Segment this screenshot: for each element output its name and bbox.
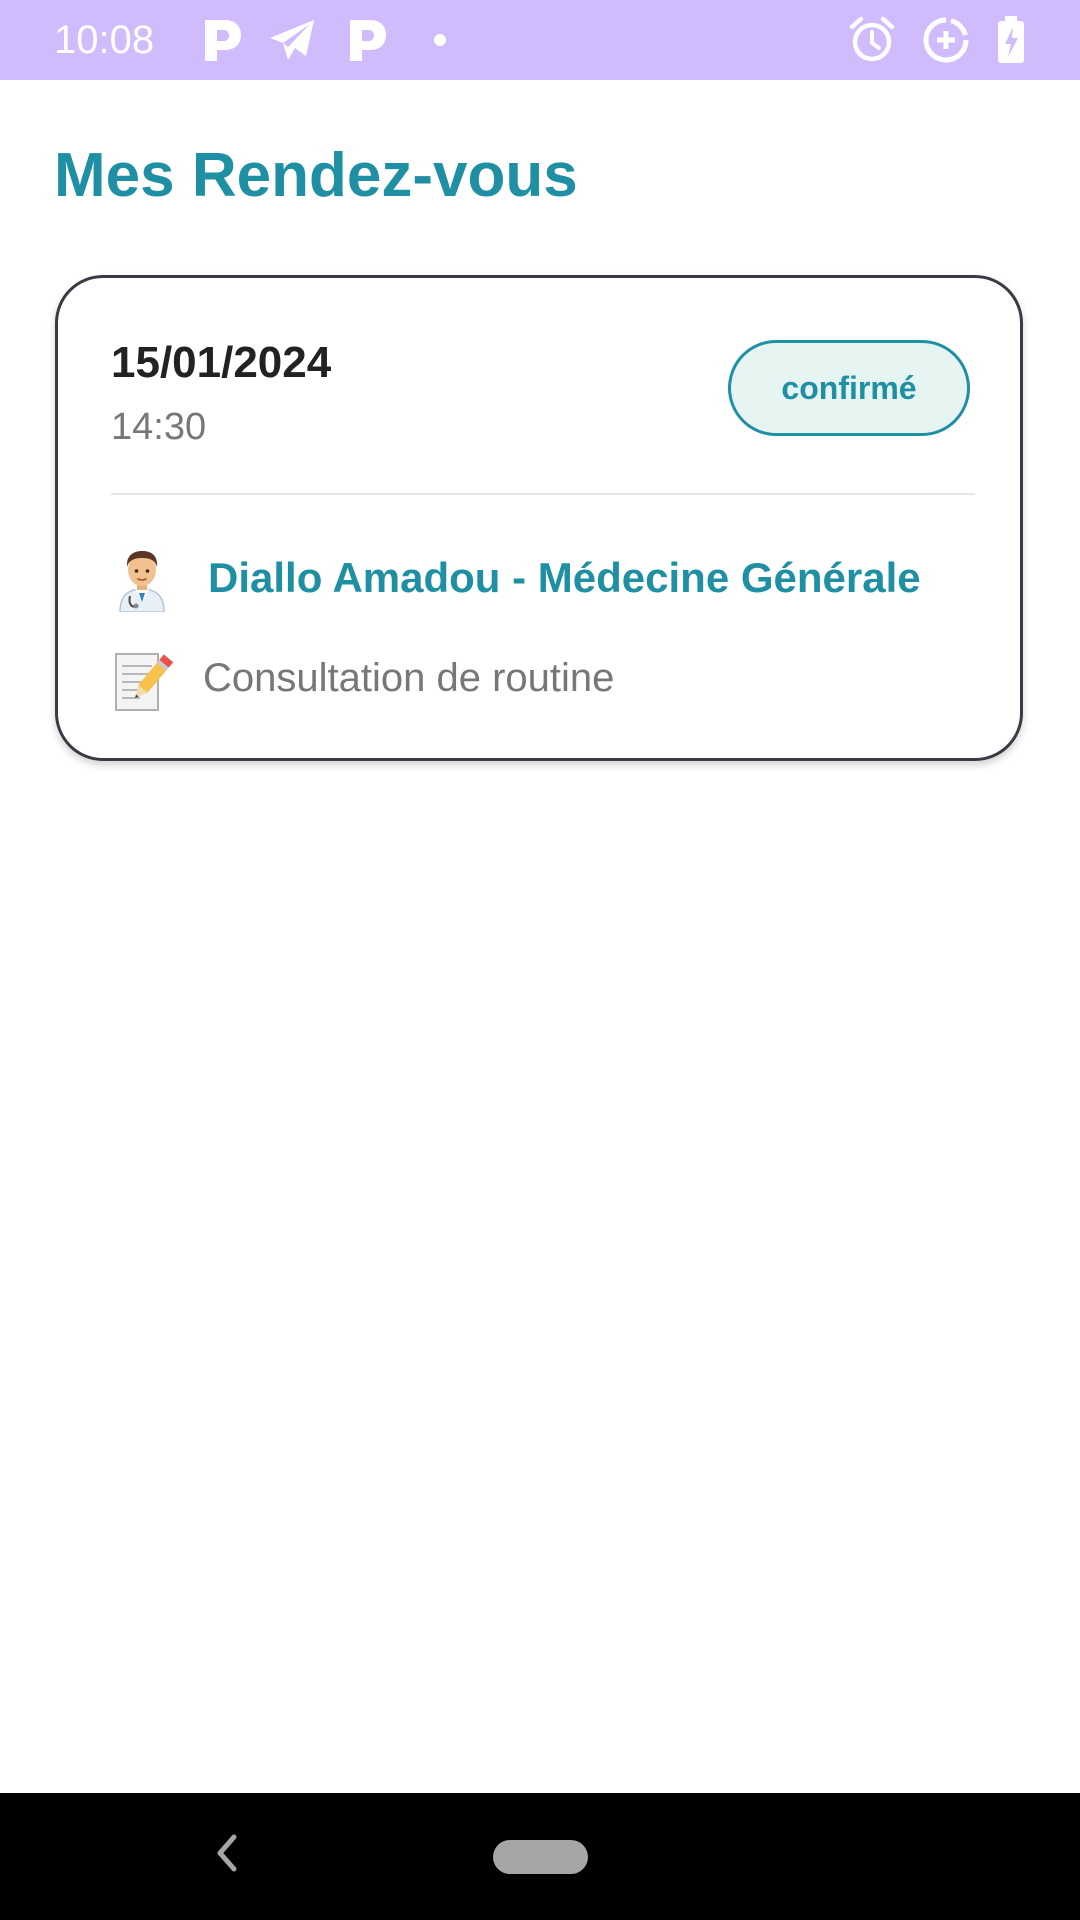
dot-icon xyxy=(428,14,452,66)
appointment-card[interactable]: 15/01/2024 14:30 confirmé Diallo Amadou … xyxy=(55,275,1023,761)
navigation-bar xyxy=(0,1793,1080,1920)
parking-icon xyxy=(341,14,393,66)
telegram-icon xyxy=(266,14,318,66)
card-divider xyxy=(111,493,975,495)
appointment-time: 14:30 xyxy=(111,406,207,448)
doctor-emoji-icon xyxy=(110,546,174,612)
status-time: 10:08 xyxy=(54,18,155,62)
back-icon[interactable] xyxy=(206,1823,246,1883)
home-pill-icon[interactable] xyxy=(493,1840,588,1874)
data-saver-icon xyxy=(920,14,972,66)
status-badge: confirmé xyxy=(728,340,970,436)
parking-icon xyxy=(196,14,248,66)
appointment-date: 15/01/2024 xyxy=(111,338,332,387)
appointment-note: Consultation de routine xyxy=(203,656,615,700)
memo-emoji-icon xyxy=(110,648,174,714)
battery-charging-icon xyxy=(993,14,1029,66)
doctor-name: Diallo Amadou - Médecine Générale xyxy=(208,554,921,601)
page-title: Mes Rendez-vous xyxy=(54,141,578,210)
status-bar: 10:08 xyxy=(0,0,1080,80)
alarm-icon xyxy=(846,14,898,66)
